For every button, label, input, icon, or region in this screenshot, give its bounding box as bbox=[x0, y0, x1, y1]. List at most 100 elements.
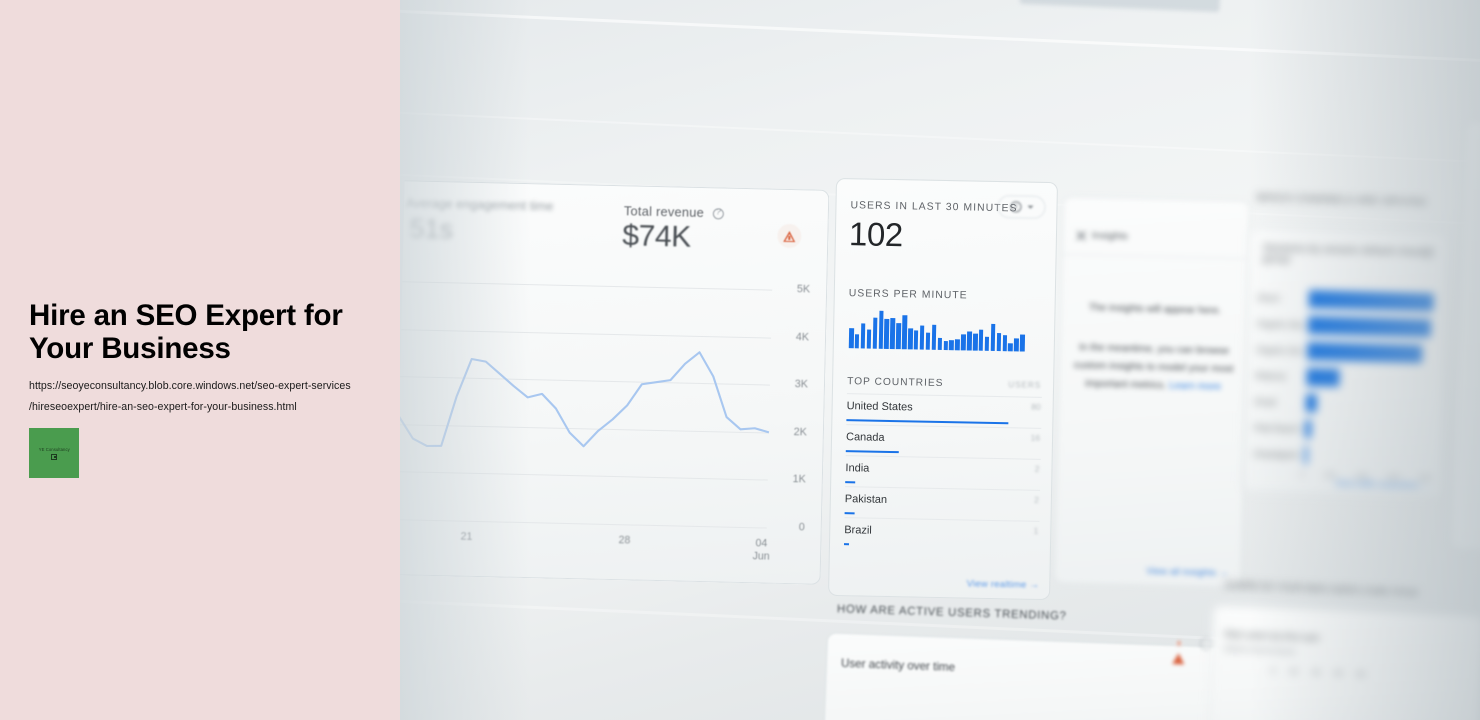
country-row[interactable]: Pakistan 2 bbox=[844, 486, 1041, 521]
insights-body: The insights will appear here. In the me… bbox=[1073, 299, 1235, 397]
x-axis-tick: Jun bbox=[752, 549, 770, 563]
top-countries-header: TOP COUNTRIES USERS bbox=[847, 376, 1041, 391]
country-user-count: 2 bbox=[1034, 463, 1040, 474]
users-per-minute-label: USERS PER MINUTE bbox=[848, 288, 968, 302]
bar bbox=[978, 329, 984, 351]
page-url-line-2: /hireseoexpert/hire-an-seo-expert-for-yo… bbox=[29, 400, 297, 413]
warning-triangle-icon[interactable] bbox=[1172, 636, 1191, 665]
bar bbox=[966, 331, 972, 351]
warning-triangle-icon[interactable] bbox=[777, 223, 802, 249]
country-user-count: 80 bbox=[1031, 401, 1041, 412]
article-panel: Hire an SEO Expert for Your Business htt… bbox=[0, 0, 400, 720]
bar bbox=[890, 317, 896, 350]
country-row[interactable]: India 2 bbox=[845, 455, 1041, 490]
country-row[interactable]: Canada 16 bbox=[845, 424, 1042, 459]
insights-learn-more-link[interactable]: Learn more bbox=[1169, 380, 1221, 392]
photo-left-shading bbox=[400, 0, 530, 720]
country-user-count: 16 bbox=[1030, 432, 1041, 443]
bar bbox=[913, 330, 919, 350]
country-share-bar bbox=[845, 449, 900, 454]
y-axis-tick: 2K bbox=[793, 425, 808, 439]
top-window-strip bbox=[1019, 0, 1221, 13]
page-url: https://seoyeconsultancy.blob.core.windo… bbox=[29, 376, 374, 417]
sparkle-icon bbox=[1076, 230, 1086, 240]
question-circle-icon[interactable] bbox=[712, 207, 724, 219]
bar bbox=[984, 336, 990, 351]
total-revenue-label: Total revenue bbox=[624, 203, 724, 220]
view-realtime-link[interactable]: View realtime → bbox=[966, 578, 1039, 590]
bar bbox=[860, 323, 866, 349]
bar bbox=[937, 337, 943, 350]
view-all-insights-link[interactable]: View all insights → bbox=[1146, 565, 1229, 578]
y-axis-tick: 0 bbox=[798, 521, 805, 534]
logo-label: YE Consultancy bbox=[38, 446, 70, 452]
bar bbox=[972, 334, 978, 351]
photo-right-shading bbox=[1250, 0, 1480, 720]
y-axis-tick: 4K bbox=[795, 330, 810, 344]
insights-line-3: important metrics. bbox=[1085, 378, 1167, 392]
square-badge-icon bbox=[51, 453, 57, 460]
bar bbox=[960, 334, 966, 351]
bar bbox=[996, 332, 1002, 352]
page-title: Hire an SEO Expert for Your Business bbox=[29, 299, 343, 365]
insights-question: The insights will appear here. bbox=[1088, 302, 1222, 317]
country-user-count: 2 bbox=[1034, 494, 1039, 505]
user-activity-title: User activity over time bbox=[840, 656, 956, 675]
analytics-dashboard-photo: Average engagement time 51s Total revenu… bbox=[400, 0, 1480, 720]
bar bbox=[901, 315, 908, 350]
bar bbox=[878, 310, 884, 349]
top-countries-list: United States 80 Canada 16 India 2 Pakistan 2 Br… bbox=[837, 179, 1057, 552]
bar bbox=[1020, 334, 1025, 352]
x-axis-tick: 28 bbox=[618, 534, 631, 547]
bar bbox=[949, 340, 954, 351]
country-share-bar bbox=[846, 418, 1009, 425]
realtime-users-card[interactable]: USERS IN LAST 30 MINUTES 102 USERS PER M… bbox=[828, 177, 1058, 601]
insights-header: Insights bbox=[1076, 229, 1129, 243]
realtime-kicker: USERS IN LAST 30 MINUTES bbox=[850, 200, 1018, 215]
top-countries-label: TOP COUNTRIES bbox=[847, 376, 944, 390]
screenshot-stage: Average engagement time 51s Total revenu… bbox=[0, 0, 1480, 720]
page-url-line-1: https://seoyeconsultancy.blob.core.windo… bbox=[29, 380, 351, 392]
time-range-selector[interactable] bbox=[997, 195, 1046, 219]
country-name: India bbox=[845, 462, 870, 475]
country-name: Canada bbox=[845, 431, 885, 444]
insights-card[interactable]: Insights The insights will appear here. … bbox=[1053, 195, 1251, 589]
country-share-bar bbox=[844, 511, 855, 515]
y-axis-tick: 5K bbox=[796, 283, 811, 296]
clock-icon bbox=[1009, 201, 1022, 213]
bar bbox=[866, 329, 872, 349]
y-axis-tick: 1K bbox=[792, 473, 806, 486]
country-name: Brazil bbox=[844, 524, 872, 537]
insights-line-2: custom insights to model your most bbox=[1073, 360, 1234, 375]
country-row[interactable]: United States 80 bbox=[846, 393, 1042, 428]
insights-line-1: In the meantime, you can browse bbox=[1078, 342, 1230, 357]
x-axis-tick-group: 28 bbox=[610, 534, 638, 547]
site-logo[interactable]: YE Consultancy bbox=[29, 428, 79, 478]
active-users-trend-kicker: HOW ARE ACTIVE USERS TRENDING? bbox=[836, 603, 1067, 623]
bar bbox=[1014, 338, 1019, 352]
country-user-count: 1 bbox=[1033, 525, 1039, 536]
bar bbox=[919, 325, 925, 350]
insights-title: Insights bbox=[1091, 229, 1129, 243]
country-share-bar bbox=[845, 480, 855, 484]
bar bbox=[854, 334, 860, 349]
country-name: United States bbox=[846, 400, 913, 414]
bar bbox=[872, 318, 878, 349]
bar bbox=[1008, 342, 1013, 352]
x-axis-tick-group: 04 Jun bbox=[747, 537, 776, 563]
bar bbox=[990, 323, 996, 351]
total-revenue-value: $74K bbox=[621, 219, 692, 254]
bar bbox=[896, 322, 902, 350]
country-row[interactable]: Brazil 1 bbox=[843, 517, 1040, 552]
users-column-label: USERS bbox=[1008, 380, 1042, 390]
chevron-down-icon bbox=[1026, 205, 1034, 209]
bar bbox=[931, 324, 937, 350]
divider bbox=[1062, 253, 1249, 260]
bar bbox=[884, 319, 890, 349]
active-users-trend-card[interactable]: HOW ARE ACTIVE USERS TRENDING? User acti… bbox=[823, 603, 1247, 720]
x-axis-tick: 04 bbox=[755, 537, 768, 550]
users-per-minute-bar-chart bbox=[848, 310, 1026, 352]
bar bbox=[925, 332, 931, 350]
bar bbox=[907, 327, 913, 350]
bar bbox=[955, 339, 960, 351]
